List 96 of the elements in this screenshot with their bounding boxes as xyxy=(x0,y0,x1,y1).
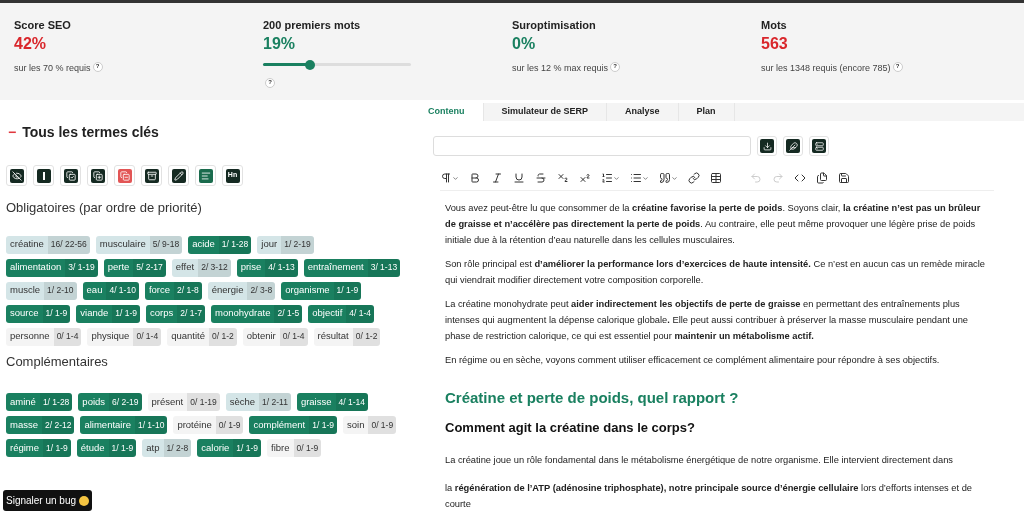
term-chip[interactable]: perte 5/ 2-17 xyxy=(103,258,166,277)
term-chip[interactable]: musculaire 5/ 9-18 xyxy=(95,235,183,254)
download-icon[interactable] xyxy=(757,136,777,156)
subheading: Comment agit la créatine dans le corps? xyxy=(445,420,696,436)
tab[interactable]: Plan xyxy=(678,103,735,121)
heading: Créatine et perte de poids, quel rapport ? xyxy=(445,390,740,406)
panel-title: Tous les termes clés xyxy=(22,123,159,142)
paragraph: En régime ou en sèche, voyons comment utiliser efficacement ce complément alimentaire pour répondre à ses objectifs. xyxy=(445,354,941,367)
term-chip[interactable]: énergie 2/ 3-8 xyxy=(207,281,276,300)
stat-title: Score SEO xyxy=(14,18,72,33)
term-chip[interactable]: aminé 1/ 1-28 xyxy=(6,393,73,411)
strikethrough-icon[interactable] xyxy=(535,172,547,184)
term-chip[interactable]: soin 0/ 1-9 xyxy=(343,416,397,434)
superscript-icon[interactable] xyxy=(579,172,591,184)
term-chip[interactable]: personne 0/ 1-4 xyxy=(6,327,82,346)
term-chip[interactable]: corps 2/ 1-7 xyxy=(146,304,205,323)
subscript-icon[interactable] xyxy=(557,172,569,184)
bold-icon[interactable] xyxy=(469,172,481,184)
exclamation-icon[interactable] xyxy=(33,165,54,186)
tab[interactable]: Contenu xyxy=(410,103,484,121)
term-chip[interactable]: créatine 16/ 22-56 xyxy=(6,235,90,254)
title-field[interactable] xyxy=(433,136,751,156)
stack-icon[interactable] xyxy=(809,136,829,156)
term-chip[interactable]: acide 1/ 1-28 xyxy=(188,235,252,254)
archive-icon[interactable] xyxy=(141,165,162,186)
stat-value: 19% xyxy=(263,33,297,54)
term-chip[interactable]: alimentation 3/ 1-19 xyxy=(6,258,98,277)
stat-value: 563 xyxy=(761,33,789,54)
list-icon[interactable] xyxy=(195,165,216,186)
paragraph: la régénération de l’ATP (adénosine triphosphate), notre principale source d’énergie cellulaire lors d’efforts intenses et de courte xyxy=(445,482,973,511)
paragraph-icon[interactable] xyxy=(440,172,459,184)
paragraph: Son rôle principal est d’améliorer la performance lors d’exercices de haute intensité. Ce n’est en aucun cas un remède miracle qui viendrait modifier directement votre composition corporelle. xyxy=(445,258,986,287)
feather-icon[interactable] xyxy=(783,136,803,156)
term-chip[interactable]: jour 1/ 2-19 xyxy=(257,235,314,254)
collapse-toggle[interactable]: − xyxy=(8,122,17,143)
term-chip[interactable]: organisme 1/ 1-9 xyxy=(281,281,362,300)
stat-value: 42% xyxy=(14,33,48,54)
report-bug-button[interactable]: Signaler un bug xyxy=(3,490,93,511)
stat-value: 0% xyxy=(512,33,537,54)
term-chip[interactable]: sèche 1/ 2-11 xyxy=(225,393,291,411)
term-chip[interactable]: calorie 1/ 1-9 xyxy=(197,439,262,457)
term-chip[interactable]: source 1/ 1-9 xyxy=(6,304,71,323)
paragraph: Vous avez peut-être lu que consommer de la créatine favorise la perte de poids. Soyons clair, la créatine n’est pas un brûleur de graisse et n’accélère pas directement la perte de poids. Au contraire, elle peut même provoquer une légère prise de poids initiale due à la rétention d’eau naturelle dans les cellules musculaires. xyxy=(445,202,982,247)
term-chip[interactable]: régime 1/ 1-9 xyxy=(6,439,71,457)
table-icon[interactable] xyxy=(710,172,722,184)
stat-note: sur les 1348 requis (encore 785) xyxy=(761,61,891,75)
term-chip[interactable]: étude 1/ 1-9 xyxy=(76,439,137,457)
link-icon[interactable] xyxy=(688,172,700,184)
paragraph: La créatine joue un rôle fondamental dans le métabolisme énergétique de notre organisme. Elle intervient directement dans xyxy=(445,454,955,467)
term-chip[interactable]: protéine 0/ 1-9 xyxy=(173,416,244,434)
quote-icon[interactable] xyxy=(659,172,678,184)
term-chip[interactable]: force 2/ 1-8 xyxy=(144,281,202,300)
term-chip[interactable]: fibre 0/ 1-9 xyxy=(267,439,322,457)
copy-minus-icon[interactable] xyxy=(114,165,135,186)
term-chip[interactable]: atp 1/ 2-8 xyxy=(142,439,192,457)
copy-plus-icon[interactable] xyxy=(87,165,108,186)
term-chip[interactable]: eau 4/ 1-10 xyxy=(82,281,139,300)
term-chip[interactable]: complément 1/ 1-9 xyxy=(249,416,337,434)
paragraph: La créatine monohydrate peut aider indirectement les objectifs de perte de graisse en permettant des entraînements plus intenses qui augmentent la dépense calorique globale. Elle peut aussi contribuer à préserver la masse musculaire pendant une phase de restriction calorique, ce qui est essentiel pour maintenir un métabolisme actif. xyxy=(445,298,970,343)
stat-title: Mots xyxy=(761,18,788,33)
term-chip[interactable]: présent 0/ 1-19 xyxy=(147,393,220,411)
term-chip[interactable]: masse 2/ 2-12 xyxy=(6,416,75,434)
ordered-list-icon[interactable] xyxy=(601,172,620,184)
term-chip[interactable]: prise 4/ 1-13 xyxy=(236,258,298,277)
term-chip[interactable]: viande 1/ 1-9 xyxy=(76,304,140,323)
term-chip[interactable]: graisse 4/ 1-14 xyxy=(296,393,368,411)
copy-icon[interactable] xyxy=(816,172,828,184)
emoji-icon xyxy=(79,495,90,506)
stat-title: 200 premiers mots xyxy=(263,18,362,33)
term-chip[interactable]: résultat 0/ 1-2 xyxy=(313,327,381,346)
copy-check-icon[interactable] xyxy=(60,165,81,186)
term-chip[interactable]: objectif 4/ 1-4 xyxy=(308,304,375,323)
term-chip[interactable]: quantité 0/ 1-2 xyxy=(167,327,237,346)
term-chip[interactable]: muscle 1/ 2-10 xyxy=(6,281,77,300)
italic-icon[interactable] xyxy=(491,172,503,184)
term-chip[interactable]: monohydrate 2/ 1-5 xyxy=(211,304,303,323)
term-chip[interactable]: obtenir 0/ 1-4 xyxy=(242,327,308,346)
term-chip[interactable]: entraînement 3/ 1-13 xyxy=(303,258,401,277)
bullet-list-icon[interactable] xyxy=(630,172,649,184)
pencil-icon[interactable] xyxy=(168,165,189,186)
term-chip[interactable]: poids 6/ 2-19 xyxy=(78,393,142,411)
group-title: Obligatoires (par ordre de priorité) xyxy=(6,199,203,217)
tab[interactable]: Simulateur de SERP xyxy=(483,103,608,121)
save-icon[interactable] xyxy=(838,172,850,184)
term-chip[interactable]: effet 2/ 3-12 xyxy=(171,258,231,277)
term-chip[interactable]: physique 0/ 1-4 xyxy=(87,327,162,346)
group-title: Complémentaires xyxy=(6,352,109,371)
slider[interactable] xyxy=(263,59,411,70)
term-chip[interactable]: alimentaire 1/ 1-10 xyxy=(80,416,168,434)
tab[interactable]: Analyse xyxy=(607,103,679,121)
underline-icon[interactable] xyxy=(513,172,525,184)
eye-off-icon[interactable] xyxy=(6,165,27,186)
code-icon[interactable] xyxy=(794,172,806,184)
stat-note: sur les 12 % max requis xyxy=(512,61,609,75)
stat-note: sur les 70 % requis xyxy=(14,61,91,75)
stat-title: Suroptimisation xyxy=(512,18,597,33)
